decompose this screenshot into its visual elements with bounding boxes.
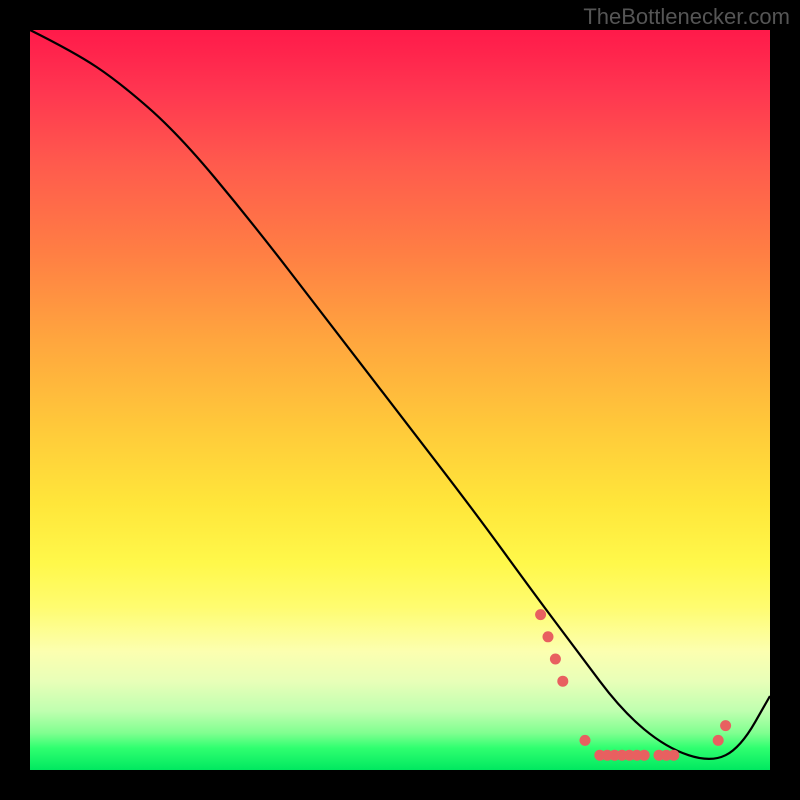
marker-dot [535, 609, 546, 620]
marker-dot [713, 735, 724, 746]
marker-dot [557, 676, 568, 687]
curve-line [30, 30, 770, 759]
marker-group [535, 609, 731, 761]
plot-area [30, 30, 770, 770]
marker-dot [668, 750, 679, 761]
marker-dot [543, 631, 554, 642]
marker-dot [720, 720, 731, 731]
chart-svg [30, 30, 770, 770]
marker-dot [639, 750, 650, 761]
marker-dot [550, 654, 561, 665]
watermark-text: TheBottlenecker.com [583, 4, 790, 30]
marker-dot [580, 735, 591, 746]
